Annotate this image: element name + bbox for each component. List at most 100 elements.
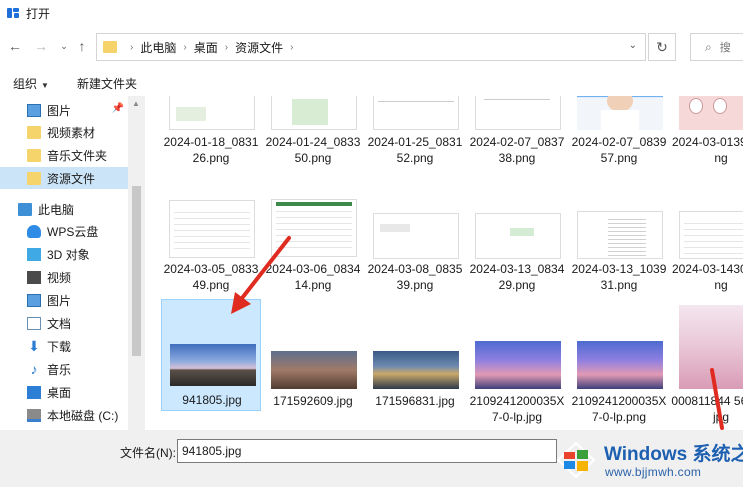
file-tile[interactable]: 2024-03-06_083414.png xyxy=(263,185,363,305)
file-tile[interactable]: 171596831.jpg xyxy=(365,299,465,419)
file-tile[interactable]: 2024-02-07_083738.png xyxy=(467,96,567,176)
organize-button[interactable]: 组织 ▼ xyxy=(13,75,49,92)
filename-label: 文件名(N): xyxy=(120,446,176,460)
breadcrumb-this-pc[interactable]: 此电脑 xyxy=(140,39,176,56)
file-thumbnail xyxy=(577,341,663,389)
file-name: 000811844 569_p.jpg xyxy=(671,394,743,424)
sidebar-item-label: 文档 xyxy=(47,316,72,331)
file-name: 2024-03-13_083429.png xyxy=(469,262,565,292)
scroll-up-icon[interactable]: ▲ xyxy=(132,99,140,108)
file-tile[interactable]: 000811844 569_p.jpg xyxy=(671,299,743,424)
title-bar: 打开 xyxy=(0,0,743,26)
file-thumbnail xyxy=(271,351,357,389)
file-tile[interactable]: 2109241200035X7-0-lp.png xyxy=(569,299,669,424)
file-name: 2024-03-06_083414.png xyxy=(265,262,361,292)
file-thumbnail xyxy=(169,200,255,258)
file-tile[interactable]: 2024-01-25_083152.png xyxy=(365,96,465,176)
computer-icon xyxy=(18,202,32,216)
music-icon: ♪ xyxy=(30,360,38,377)
back-arrow-icon[interactable]: ← xyxy=(5,36,25,56)
sidebar-item-local-disk[interactable]: 本地磁盘 (C:) xyxy=(0,404,128,426)
file-name: 2024-03-05_083349.png xyxy=(163,262,259,292)
file-thumbnail xyxy=(169,96,255,130)
file-tile[interactable]: 2024-03-013937.png xyxy=(671,96,743,176)
search-placeholder: 搜 xyxy=(719,42,731,54)
file-tile[interactable]: 171592609.jpg xyxy=(263,299,363,419)
breadcrumb-chevron-icon: › xyxy=(130,41,134,53)
disk-icon xyxy=(27,408,41,422)
watermark: Windows 系统之家 www.bjjmwh.com xyxy=(550,433,743,487)
sidebar-item-pictures-pc[interactable]: 图片 xyxy=(0,289,128,311)
breadcrumb-chevron-icon: › xyxy=(224,41,229,53)
file-tile[interactable]: 2109241200035X7-0-lp.jpg xyxy=(467,299,567,424)
watermark-title: Windows 系统之家 xyxy=(604,439,743,466)
file-thumbnail xyxy=(679,96,743,130)
organize-label: 组织 xyxy=(13,76,38,91)
file-tile-selected[interactable]: 941805.jpg xyxy=(161,299,261,411)
filename-input[interactable]: 941805.jpg xyxy=(177,439,557,463)
file-name: 171596831.jpg xyxy=(375,394,455,408)
file-name: 2024-01-18_083126.png xyxy=(163,135,259,165)
search-icon: ⌕ xyxy=(705,39,712,54)
sidebar-item-desktop[interactable]: 桌面 xyxy=(0,381,128,403)
sidebar-item-resources[interactable]: 资源文件 xyxy=(0,167,128,189)
scrollbar-thumb[interactable] xyxy=(132,186,141,356)
sidebar-item-label: 音乐 xyxy=(47,362,72,377)
address-bar[interactable]: › 此电脑 › 桌面 › 资源文件 › ⌄ xyxy=(96,33,646,61)
window-title: 打开 xyxy=(26,6,51,21)
sidebar-item-music[interactable]: ♪ 音乐 xyxy=(0,358,128,380)
sidebar-item-documents[interactable]: 文档 xyxy=(0,312,128,334)
file-tile[interactable]: 2024-03-13_103931.png xyxy=(569,185,669,305)
file-thumbnail xyxy=(577,96,663,130)
app-icon xyxy=(6,6,20,20)
up-arrow-icon[interactable]: ↑ xyxy=(72,36,92,56)
file-tile[interactable]: 2024-01-24_083350.png xyxy=(263,96,363,176)
file-thumbnail xyxy=(271,199,357,257)
breadcrumb-desktop[interactable]: 桌面 xyxy=(194,39,218,56)
file-name: 2109241200035X7-0-lp.png xyxy=(571,394,667,424)
sidebar-item-downloads[interactable]: ⬇ 下载 xyxy=(0,335,128,357)
refresh-button[interactable]: ↻ xyxy=(648,33,676,61)
sidebar-item-label: 视频 xyxy=(47,270,72,285)
address-dropdown-icon[interactable]: ⌄ xyxy=(629,40,637,51)
sidebar-item-label: 视频素材 xyxy=(47,125,96,140)
file-tile[interactable]: 2024-03-13_083429.png xyxy=(467,185,567,305)
file-tile[interactable]: 2024-01-18_083126.png xyxy=(161,96,261,176)
sidebar-item-3d-objects[interactable]: 3D 对象 xyxy=(0,243,128,265)
new-folder-button[interactable]: 新建文件夹 xyxy=(77,75,137,92)
file-tile[interactable]: 2024-03-08_083539.png xyxy=(365,185,465,305)
sidebar-item-this-pc[interactable]: 此电脑 xyxy=(0,198,128,220)
sidebar-item-label: 下载 xyxy=(47,339,72,354)
watermark-title-en: Windows xyxy=(604,444,688,465)
file-thumbnail xyxy=(577,211,663,259)
sidebar-scrollbar[interactable]: ▲ xyxy=(128,96,145,430)
file-name: 2024-03-08_083539.png xyxy=(367,262,463,292)
file-thumbnail xyxy=(475,96,561,130)
document-icon xyxy=(27,316,41,330)
cube-icon xyxy=(27,247,41,261)
desktop-icon xyxy=(27,385,41,399)
sidebar-item-videos[interactable]: 视频 xyxy=(0,266,128,288)
file-name: 2024-03-143012.png xyxy=(671,262,743,292)
file-tile[interactable]: 2024-03-143012.png xyxy=(671,185,743,305)
sidebar-item-pictures[interactable]: 图片 📌 xyxy=(0,99,128,121)
windows-logo-icon xyxy=(556,441,596,479)
sidebar-item-video-assets[interactable]: 视频素材 xyxy=(0,121,128,143)
sidebar-item-label: 此电脑 xyxy=(38,202,75,217)
recent-locations-chevron-icon[interactable]: ⌄ xyxy=(54,36,74,56)
sidebar-item-music-folder[interactable]: 音乐文件夹 xyxy=(0,144,128,166)
file-tile[interactable]: 2024-02-07_083957.png xyxy=(569,96,669,176)
watermark-title-cn: 系统之家 xyxy=(692,444,743,465)
search-box[interactable]: ⌕ 搜 xyxy=(690,33,743,61)
file-thumbnail xyxy=(475,341,561,389)
command-bar: 组织 ▼ 新建文件夹 xyxy=(0,70,743,96)
file-name: 171592609.jpg xyxy=(273,394,353,408)
forward-arrow-icon[interactable]: → xyxy=(31,36,51,56)
file-tile[interactable]: 2024-03-05_083349.png xyxy=(161,185,261,305)
breadcrumb-resources[interactable]: 资源文件 xyxy=(235,39,283,56)
sidebar-item-label: 桌面 xyxy=(47,385,72,400)
sidebar-item-wps-cloud[interactable]: WPS云盘 xyxy=(0,220,128,242)
file-name: 2024-01-24_083350.png xyxy=(265,135,361,165)
download-icon: ⬇ xyxy=(28,337,40,354)
file-name: 2024-01-25_083152.png xyxy=(367,135,463,165)
